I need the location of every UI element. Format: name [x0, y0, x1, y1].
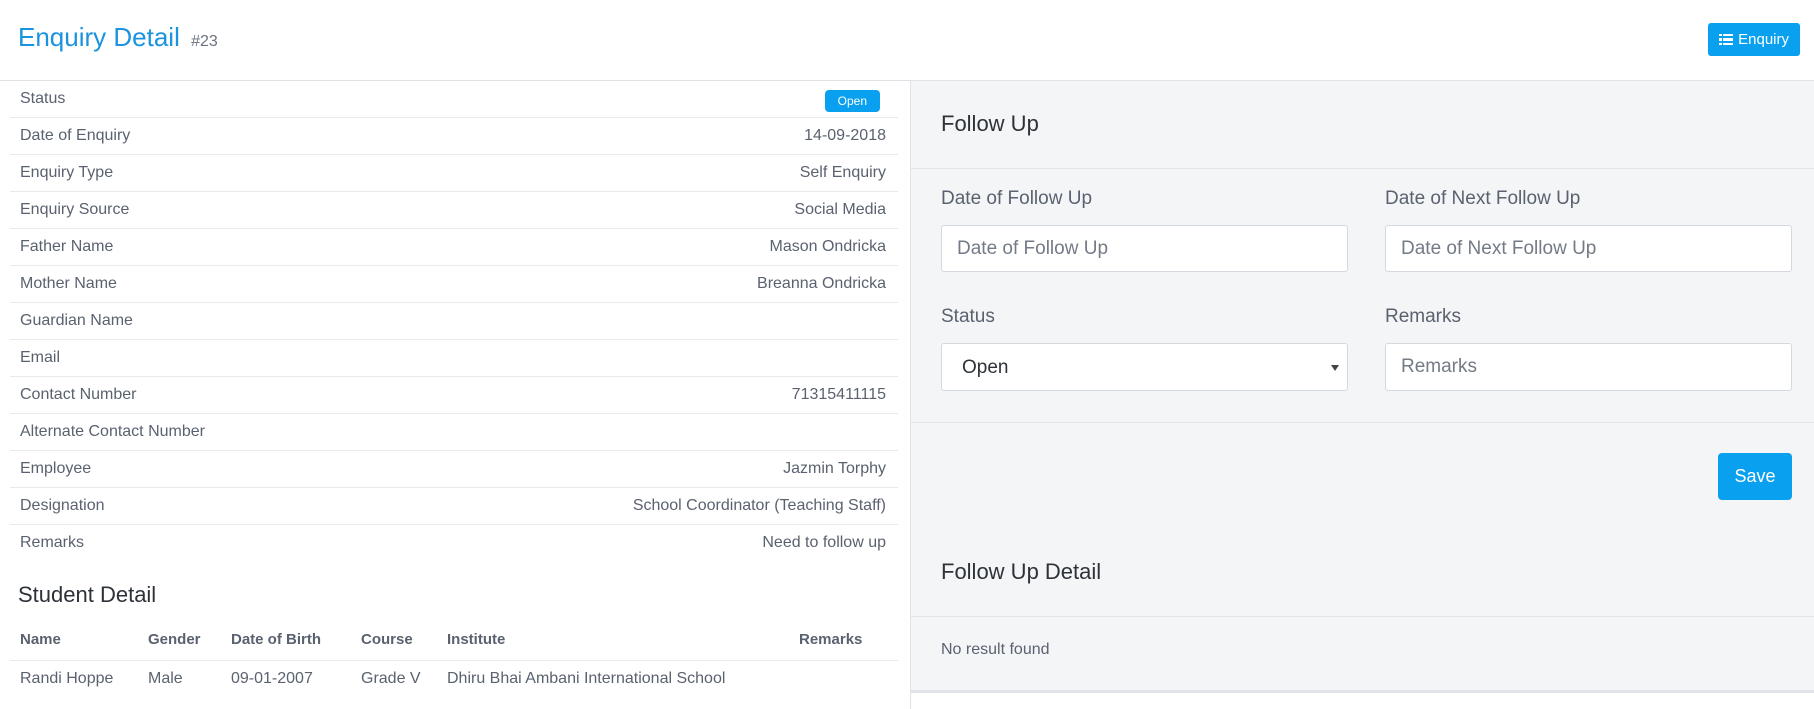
column-header: Institute: [447, 631, 506, 648]
follow-up-detail-title: Follow Up Detail: [941, 559, 1102, 584]
info-row: Email: [10, 340, 898, 377]
enquiry-info-panel: Status Open Date of Enquiry 14-09-2018 E…: [0, 81, 910, 709]
info-label: Designation: [20, 497, 105, 514]
info-row: Remarks Need to follow up: [10, 525, 898, 562]
column-header: Name: [20, 631, 61, 648]
info-label: Date of Enquiry: [20, 127, 131, 144]
status-select-value: Open: [962, 357, 1009, 378]
student-detail-title: Student Detail: [18, 582, 157, 607]
remarks-label: Remarks: [1385, 306, 1462, 327]
status-select[interactable]: Open: [941, 343, 1348, 391]
status-label: Status: [941, 306, 995, 327]
no-result-text: No result found: [941, 641, 1050, 658]
enquiry-id: #23: [191, 33, 218, 50]
divider: [911, 422, 1814, 423]
column-header: Course: [361, 631, 413, 648]
info-value: Breanna Ondricka: [757, 275, 886, 292]
info-label: Contact Number: [20, 386, 137, 403]
info-label: Mother Name: [20, 275, 117, 292]
info-label: Remarks: [20, 534, 85, 551]
enquiry-button-label: Enquiry: [1738, 31, 1789, 48]
info-row-status: Status Open: [10, 81, 898, 118]
info-label: Guardian Name: [20, 312, 133, 329]
info-value: Mason Ondricka: [769, 238, 887, 255]
follow-up-title: Follow Up: [941, 111, 1039, 136]
date-of-next-follow-up-input[interactable]: [1385, 225, 1792, 272]
info-value: Self Enquiry: [799, 164, 886, 181]
status-badge: Open: [824, 90, 880, 112]
column-header: Gender: [148, 631, 201, 648]
info-row: Father Name Mason Ondricka: [10, 229, 898, 266]
table-cell: Male: [148, 670, 183, 687]
save-button[interactable]: Save: [1718, 453, 1792, 500]
info-label: Enquiry Source: [20, 201, 130, 218]
column-header: Date of Birth: [231, 631, 321, 648]
page-title: Enquiry Detail #23: [18, 22, 218, 53]
date-of-follow-up-input[interactable]: [941, 225, 1348, 272]
info-row: Designation School Coordinator (Teaching…: [10, 488, 898, 525]
info-row: Enquiry Type Self Enquiry: [10, 155, 898, 192]
info-value: School Coordinator (Teaching Staff): [632, 497, 886, 514]
info-value: Social Media: [794, 201, 886, 218]
date-of-follow-up-label: Date of Follow Up: [941, 188, 1093, 209]
info-row: Alternate Contact Number: [10, 414, 898, 451]
table-cell: Dhiru Bhai Ambani International School: [447, 670, 726, 687]
table-cell: Randi Hoppe: [20, 670, 114, 687]
info-row: Guardian Name: [10, 303, 898, 340]
info-label: Employee: [20, 460, 92, 477]
info-row: Date of Enquiry 14-09-2018: [10, 118, 898, 155]
info-label: Alternate Contact Number: [20, 423, 205, 440]
info-label: Status: [20, 90, 66, 107]
student-table-header: Name Gender Date of Birth Course Institu…: [10, 621, 898, 661]
info-row: Employee Jazmin Torphy: [10, 451, 898, 488]
page-header: Enquiry Detail #23 Enquiry: [0, 0, 1814, 81]
info-value: Need to follow up: [762, 534, 886, 551]
panel-footer: [910, 693, 1814, 709]
caret-down-icon: [1331, 365, 1339, 371]
info-value: 14-09-2018: [804, 127, 886, 144]
info-label: Enquiry Type: [20, 164, 114, 181]
enquiry-list-button[interactable]: Enquiry: [1708, 23, 1800, 56]
info-label: Email: [20, 349, 61, 366]
follow-up-panel: Follow Up Date of Follow Up Date of Next…: [910, 81, 1814, 693]
table-cell: 09-01-2007: [231, 670, 313, 687]
info-value: Jazmin Torphy: [783, 460, 886, 477]
info-row: Contact Number 71315411115: [10, 377, 898, 414]
date-of-next-follow-up-label: Date of Next Follow Up: [1385, 188, 1581, 209]
column-header: Remarks: [799, 631, 863, 648]
divider: [911, 168, 1814, 169]
info-row: Mother Name Breanna Ondricka: [10, 266, 898, 303]
table-row: Randi Hoppe Male 09-01-2007 Grade V Dhir…: [10, 661, 898, 698]
info-row: Enquiry Source Social Media: [10, 192, 898, 229]
list-icon: [1719, 33, 1734, 46]
info-value: 71315411115: [791, 386, 886, 403]
table-cell: Grade V: [361, 670, 421, 687]
page-title-text: Enquiry Detail: [18, 22, 180, 52]
remarks-input[interactable]: [1385, 343, 1792, 391]
divider: [911, 616, 1814, 617]
info-label: Father Name: [20, 238, 114, 255]
